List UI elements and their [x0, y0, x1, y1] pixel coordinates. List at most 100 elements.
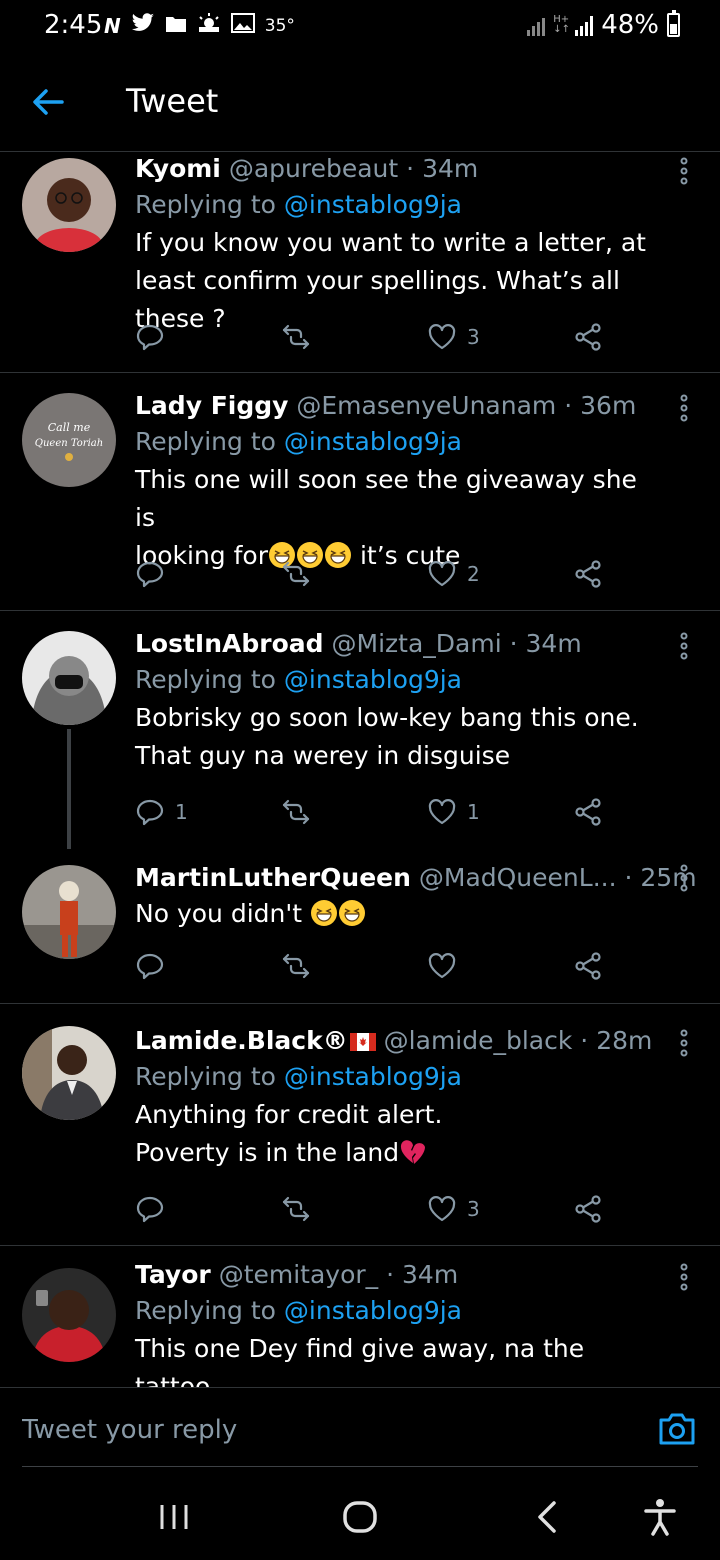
more-options-icon[interactable] [678, 863, 690, 893]
more-options-icon[interactable] [678, 156, 690, 186]
tweet-meta: Lady Figgy @EmasenyeUnanam · 36m [135, 389, 660, 423]
display-name[interactable]: Kyomi [135, 154, 221, 183]
retweet-icon [282, 1196, 310, 1222]
retweet-icon [282, 561, 310, 587]
mention-link[interactable]: @instablog9ja [284, 190, 462, 219]
share-button[interactable] [573, 559, 719, 589]
mention-link[interactable]: @instablog9ja [284, 665, 462, 694]
share-button[interactable] [573, 797, 719, 827]
tweet-meta: Lamide.Black® @lamide_black · 28m [135, 1024, 660, 1058]
replying-to: Replying to @instablog9ja [135, 661, 660, 699]
heart-icon [428, 953, 456, 979]
tweet-lady-figgy[interactable]: Call me Queen Toriah Lady Figgy @Emaseny… [0, 373, 720, 611]
avatar[interactable] [22, 1026, 116, 1120]
home-icon[interactable] [340, 1497, 380, 1537]
tweet-actions: 3 [135, 322, 719, 352]
reply-button[interactable] [135, 322, 281, 352]
timestamp: 36m [580, 391, 637, 420]
avatar[interactable] [22, 1268, 116, 1362]
retweet-button[interactable] [281, 1194, 427, 1224]
tweet-actions: 3 [135, 1194, 719, 1224]
reply-button[interactable] [135, 559, 281, 589]
separator-dot: · [386, 1260, 395, 1289]
thread-line [67, 729, 71, 849]
avatar[interactable] [22, 865, 116, 959]
display-name[interactable]: MartinLutherQueen [135, 863, 411, 892]
share-icon [575, 798, 601, 826]
avatar[interactable]: Call me Queen Toriah [22, 393, 116, 487]
like-button[interactable] [427, 951, 573, 981]
display-name[interactable]: Lady Figgy [135, 391, 288, 420]
tweet-lamide-black[interactable]: Lamide.Black® @lamide_black · 28m Replyi… [0, 1004, 720, 1246]
tweet-martinlutherqueen[interactable]: MartinLutherQueen @MadQueenL... · 25m No… [0, 849, 720, 1004]
reply-input[interactable] [22, 1410, 622, 1450]
recent-apps-icon[interactable] [154, 1497, 194, 1537]
mention-link[interactable]: @instablog9ja [284, 427, 462, 456]
back-arrow-icon[interactable] [30, 84, 66, 120]
reply-button[interactable] [135, 951, 281, 981]
camera-icon[interactable] [658, 1412, 696, 1446]
tweet-body: Kyomi @apurebeaut · 34m Replying to @ins… [135, 152, 660, 338]
status-bar: 2:45 N 35° H+ ↓↑ 48% [0, 0, 720, 52]
share-button[interactable] [573, 1194, 719, 1224]
tweet-lostinabroad[interactable]: LostInAbroad @Mizta_Dami · 34m Replying … [0, 611, 720, 849]
tweet-tayor[interactable]: Tayor @temitayor_ · 34m Replying to @ins… [0, 1246, 720, 1387]
user-handle: @Mizta_Dami [331, 629, 502, 658]
timestamp: 34m [402, 1260, 459, 1289]
more-options-icon[interactable] [678, 1028, 690, 1058]
tweet-body: Lamide.Black® @lamide_black · 28m Replyi… [135, 1024, 660, 1172]
avatar[interactable] [22, 631, 116, 725]
more-options-icon[interactable] [678, 1262, 690, 1292]
retweet-button[interactable] [281, 559, 427, 589]
tweet-text: Bobrisky go soon low-key bang this one. … [135, 703, 647, 770]
share-button[interactable] [573, 322, 719, 352]
display-name[interactable]: Lamide.Black® [135, 1026, 348, 1055]
share-button[interactable] [573, 951, 719, 981]
tweet-text-line: No you didn't [135, 899, 310, 928]
reply-button[interactable]: 1 [135, 797, 281, 827]
like-button[interactable]: 2 [427, 559, 573, 589]
reply-button[interactable] [135, 1194, 281, 1224]
reply-feed[interactable]: Kyomi @apurebeaut · 34m Replying to @ins… [0, 152, 720, 1387]
retweet-button[interactable] [281, 797, 427, 827]
signal-icon-sim1 [527, 14, 546, 36]
page-title: Tweet [126, 82, 219, 120]
tweet-text: This one Dey find give away, na the tatt… [135, 1334, 593, 1387]
tweet-text-line: This one will soon see the giveaway she … [135, 465, 645, 532]
more-options-icon[interactable] [678, 631, 690, 661]
like-button[interactable]: 3 [427, 322, 573, 352]
tweet-body: LostInAbroad @Mizta_Dami · 34m Replying … [135, 627, 660, 775]
replying-label: Replying to [135, 1062, 276, 1091]
mention-link[interactable]: @instablog9ja [284, 1062, 462, 1091]
timestamp: 34m [525, 629, 582, 658]
replying-label: Replying to [135, 190, 276, 219]
accessibility-icon[interactable] [640, 1497, 680, 1537]
reply-icon [136, 561, 164, 588]
retweet-icon [282, 799, 310, 825]
heart-icon [428, 324, 456, 350]
tweet-kyomi[interactable]: Kyomi @apurebeaut · 34m Replying to @ins… [0, 152, 720, 373]
retweet-icon [282, 324, 310, 350]
like-button[interactable]: 1 [427, 797, 573, 827]
retweet-button[interactable] [281, 951, 427, 981]
back-nav-icon[interactable] [528, 1497, 568, 1537]
tweet-body: MartinLutherQueen @MadQueenL... · 25m No… [135, 861, 697, 933]
avatar[interactable] [22, 158, 116, 252]
display-name[interactable]: Tayor [135, 1260, 211, 1289]
like-button[interactable]: 3 [427, 1194, 573, 1224]
replying-label: Replying to [135, 1296, 276, 1325]
retweet-button[interactable] [281, 322, 427, 352]
display-name[interactable]: LostInAbroad [135, 629, 324, 658]
mention-link[interactable]: @instablog9ja [284, 1296, 462, 1325]
reply-icon [136, 953, 164, 980]
heart-icon [428, 799, 456, 825]
tweet-body: Tayor @temitayor_ · 34m Replying to @ins… [135, 1258, 660, 1387]
more-options-icon[interactable] [678, 393, 690, 423]
replying-label: Replying to [135, 665, 276, 694]
folder-icon [165, 13, 187, 39]
tweet-text: This one will soon see the giveaway she … [135, 461, 660, 575]
data-indicator-icon: H+ ↓↑ [553, 14, 570, 35]
reply-icon [136, 1196, 164, 1223]
separator-dot: · [624, 863, 633, 892]
battery-icon [667, 10, 680, 37]
